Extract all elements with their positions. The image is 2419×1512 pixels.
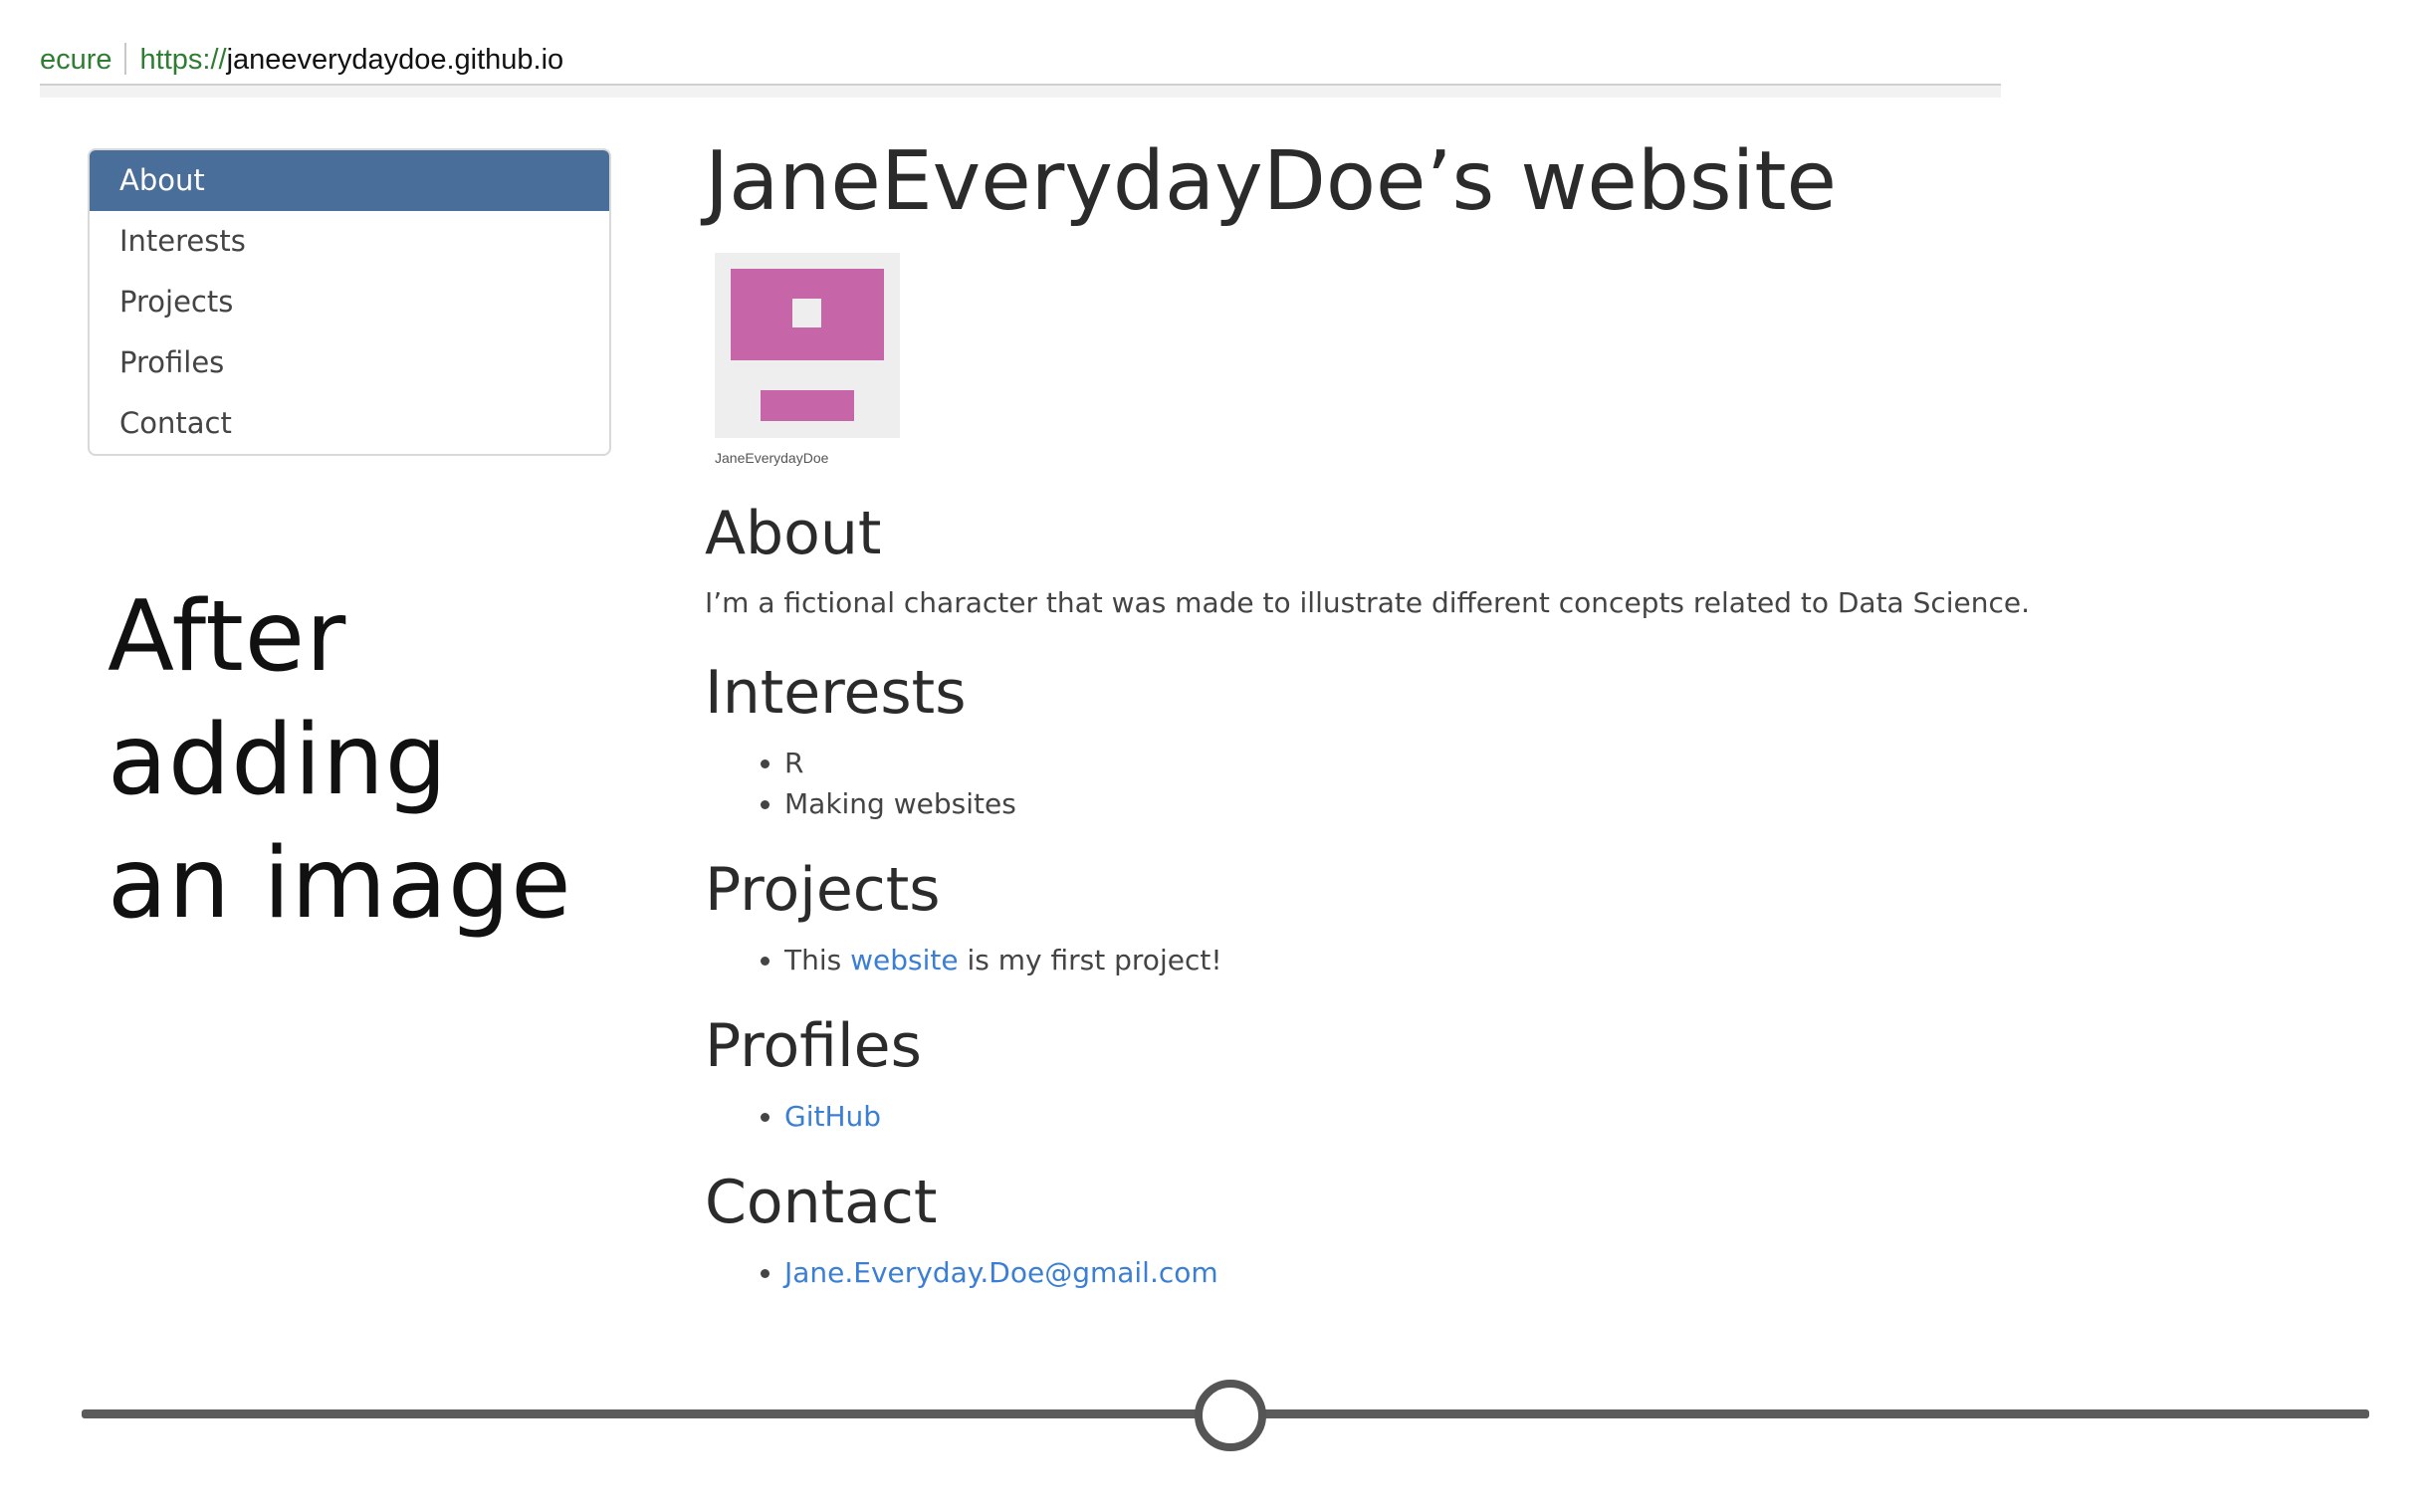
sidebar-item-label: About: [119, 163, 205, 197]
avatar-caption: JaneEverydayDoe: [715, 450, 829, 466]
projects-list: This website is my first project!: [705, 940, 2298, 980]
list-item: This website is my first project!: [784, 940, 2298, 980]
list-item: GitHub: [784, 1096, 2298, 1137]
website-link[interactable]: website: [850, 944, 958, 976]
profiles-list: GitHub: [705, 1096, 2298, 1137]
overlay-caption: After adding an image: [108, 575, 645, 946]
sidebar-item-profiles[interactable]: Profiles: [90, 332, 609, 393]
caption-line: an image: [108, 827, 572, 941]
avatar-shape: [761, 390, 854, 421]
email-link[interactable]: Jane.Everyday.Doe@gmail.com: [784, 1256, 1218, 1289]
timeline-handle[interactable]: [1195, 1380, 1266, 1451]
caption-line: After: [108, 580, 347, 694]
address-bar[interactable]: ecure https://janeeverydaydoe.github.io: [40, 38, 2001, 88]
about-heading: About: [705, 499, 882, 568]
avatar-image: [715, 253, 900, 438]
url-scheme: https://: [139, 44, 227, 76]
projects-suffix: is my first project!: [958, 944, 1222, 976]
caption-line: adding: [108, 704, 449, 817]
address-separator: [123, 43, 126, 75]
profiles-heading: Profiles: [705, 1011, 922, 1081]
interests-heading: Interests: [705, 658, 967, 728]
sidebar-item-label: Profiles: [119, 345, 225, 379]
url-host: janeeverydaydoe.github.io: [226, 44, 564, 76]
sidebar-item-label: Interests: [119, 224, 246, 258]
sidebar-item-about[interactable]: About: [90, 150, 609, 211]
avatar-figure: JaneEverydayDoe: [715, 253, 904, 466]
secure-label: ecure: [40, 44, 112, 76]
contact-heading: Contact: [705, 1168, 938, 1237]
sidebar-item-label: Projects: [119, 285, 234, 319]
sidebar-item-projects[interactable]: Projects: [90, 272, 609, 332]
page: ecure https://janeeverydaydoe.github.io A…: [0, 0, 2419, 1512]
contact-list: Jane.Everyday.Doe@gmail.com: [705, 1252, 2298, 1293]
sidebar-item-contact[interactable]: Contact: [90, 393, 609, 454]
page-title: JaneEverydayDoe’s website: [705, 134, 1837, 229]
avatar-shape: [792, 299, 821, 327]
sidebar-item-interests[interactable]: Interests: [90, 211, 609, 272]
interests-list: R Making websites: [705, 743, 2298, 824]
main-content: JaneEverydayDoe’s website JaneEverydayDo…: [705, 127, 2298, 1293]
list-item: Jane.Everyday.Doe@gmail.com: [784, 1252, 2298, 1293]
sidebar-item-label: Contact: [119, 406, 232, 440]
projects-heading: Projects: [705, 855, 941, 925]
github-link[interactable]: GitHub: [784, 1100, 881, 1133]
sidebar-nav: About Interests Projects Profiles Contac…: [88, 148, 611, 456]
projects-prefix: This: [784, 944, 851, 976]
timeline-slider[interactable]: [82, 1374, 2369, 1453]
list-item: R: [784, 743, 2298, 783]
address-bar-divider: [40, 84, 2001, 98]
list-item: Making websites: [784, 783, 2298, 824]
about-text: I’m a fictional character that was made …: [705, 586, 2031, 619]
